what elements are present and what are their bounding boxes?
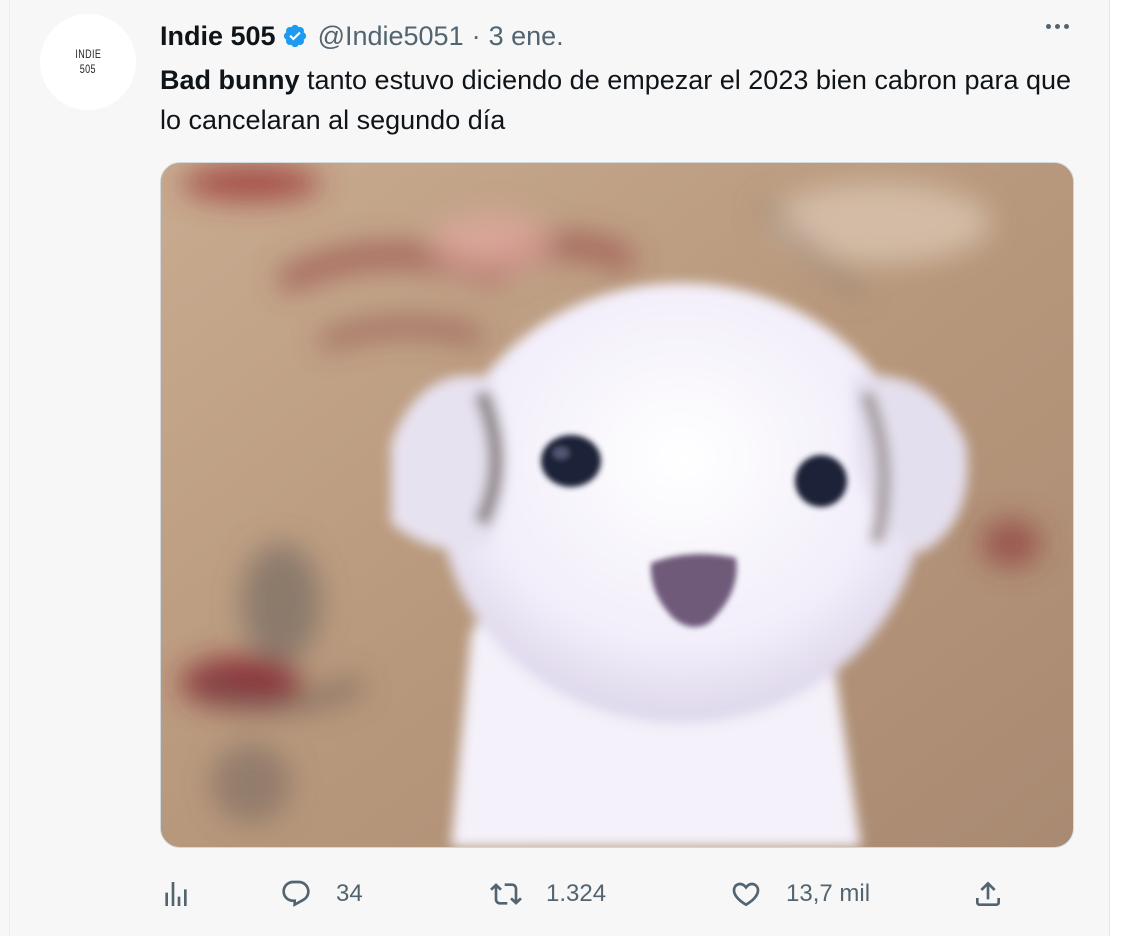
reply-count: 34 bbox=[336, 880, 363, 907]
share-button[interactable] bbox=[972, 870, 1004, 918]
avatar-text-line-2: 505 bbox=[79, 62, 97, 76]
retweet-arrows-icon bbox=[490, 883, 522, 905]
tweet-media-photo[interactable] bbox=[160, 162, 1074, 848]
like-count: 13,7 mil bbox=[786, 880, 871, 907]
left-column-edge bbox=[0, 0, 10, 936]
tweet-date[interactable]: 3 ene. bbox=[489, 21, 564, 52]
speech-bubble-icon bbox=[282, 880, 310, 907]
analytics-button[interactable] bbox=[160, 870, 192, 918]
separator-dot: · bbox=[471, 20, 481, 51]
puppy-image bbox=[161, 163, 1073, 847]
reply-button[interactable]: 34 bbox=[280, 870, 363, 918]
retweet-count: 1.324 bbox=[546, 880, 607, 907]
like-button[interactable]: 13,7 mil bbox=[730, 870, 870, 918]
tweet-header: Indie 505 @Indie5051 · 3 ene. bbox=[160, 16, 564, 56]
tweet-card[interactable]: INDIE 505 Indie 505 @Indie5051 · 3 ene. … bbox=[10, 0, 1109, 936]
author-name[interactable]: Indie 505 bbox=[160, 21, 276, 52]
heart-icon bbox=[732, 882, 760, 907]
tweet-text-bold: Bad bunny bbox=[160, 65, 300, 95]
right-column-edge bbox=[1109, 0, 1124, 936]
avatar[interactable]: INDIE 505 bbox=[40, 14, 136, 110]
tweet-actions: 34 1.324 13,7 mil bbox=[160, 870, 1060, 918]
tweet-text: Bad bunny tanto estuvo diciendo de empez… bbox=[160, 60, 1080, 140]
page: INDIE 505 Indie 505 @Indie5051 · 3 ene. … bbox=[0, 0, 1124, 936]
verified-badge-icon bbox=[283, 24, 306, 48]
author-handle[interactable]: @Indie5051 bbox=[318, 21, 464, 52]
avatar-text-line-1: INDIE bbox=[75, 47, 101, 61]
share-upload-icon bbox=[976, 881, 1000, 906]
bar-chart-icon bbox=[165, 882, 187, 906]
retweet-button[interactable]: 1.324 bbox=[490, 870, 606, 918]
more-options-icon[interactable] bbox=[1046, 24, 1069, 29]
